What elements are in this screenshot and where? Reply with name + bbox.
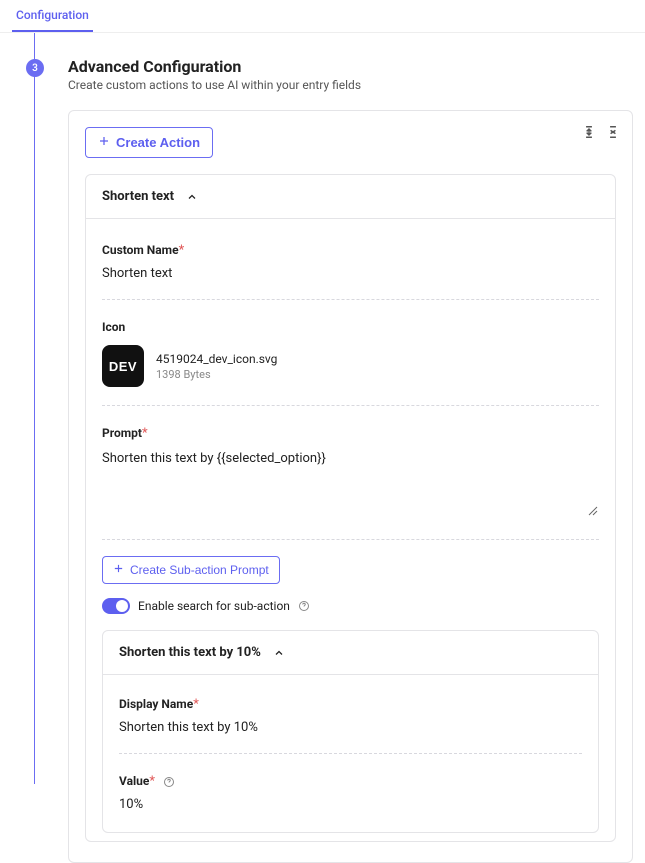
resize-handle-icon[interactable] xyxy=(587,505,599,521)
dev-icon[interactable]: DEV xyxy=(102,345,144,387)
section-subtitle: Create custom actions to use AI within y… xyxy=(68,78,633,92)
help-icon[interactable] xyxy=(162,775,175,788)
icon-filesize: 1398 Bytes xyxy=(156,368,277,381)
action-card: Shorten text Custom Name* Shorten text I… xyxy=(85,174,616,842)
field-divider xyxy=(102,405,599,406)
field-divider xyxy=(102,539,599,540)
action-header-title: Shorten text xyxy=(102,189,174,204)
prompt-value: Shorten this text by {{selected_option}} xyxy=(102,451,326,466)
action-card-header[interactable]: Shorten text xyxy=(86,175,615,219)
section-title: Advanced Configuration xyxy=(68,57,633,76)
icon-filename: 4519024_dev_icon.svg xyxy=(156,352,277,366)
expand-all-icon[interactable] xyxy=(582,125,596,143)
create-subaction-label: Create Sub-action Prompt xyxy=(130,563,269,577)
enable-search-toggle[interactable] xyxy=(102,598,130,614)
prompt-textarea[interactable]: Shorten this text by {{selected_option}} xyxy=(102,451,599,521)
plus-icon xyxy=(98,135,110,150)
field-divider xyxy=(102,299,599,300)
subaction-header-title: Shorten this text by 10% xyxy=(119,645,261,660)
display-name-label: Display Name xyxy=(119,697,193,711)
create-action-label: Create Action xyxy=(116,135,200,150)
create-subaction-button[interactable]: Create Sub-action Prompt xyxy=(102,556,280,584)
create-action-button[interactable]: Create Action xyxy=(85,127,213,158)
field-divider xyxy=(119,753,582,754)
subaction-card-header[interactable]: Shorten this text by 10% xyxy=(103,631,598,675)
prompt-label: Prompt xyxy=(102,426,142,440)
icon-label: Icon xyxy=(102,320,125,334)
advanced-config-card: Create Action Shorten text Custom Name* … xyxy=(68,110,633,863)
custom-name-value[interactable]: Shorten text xyxy=(102,266,599,281)
step-connector-line xyxy=(34,33,35,784)
required-marker: * xyxy=(149,774,155,789)
display-name-value[interactable]: Shorten this text by 10% xyxy=(119,720,582,735)
tab-configuration[interactable]: Configuration xyxy=(12,2,93,32)
required-marker: * xyxy=(193,697,199,712)
value-value[interactable]: 10% xyxy=(119,797,582,812)
value-label: Value xyxy=(119,774,149,788)
enable-search-label: Enable search for sub-action xyxy=(138,599,290,613)
plus-icon xyxy=(113,563,124,577)
custom-name-label: Custom Name xyxy=(102,243,179,257)
chevron-up-icon xyxy=(186,191,198,203)
required-marker: * xyxy=(142,426,148,441)
chevron-up-icon xyxy=(273,647,285,659)
step-number-badge: 3 xyxy=(26,59,44,77)
required-marker: * xyxy=(179,243,185,258)
subaction-card: Shorten this text by 10% Display Name* S… xyxy=(102,630,599,833)
collapse-all-icon[interactable] xyxy=(606,125,620,143)
help-icon[interactable] xyxy=(298,600,311,613)
